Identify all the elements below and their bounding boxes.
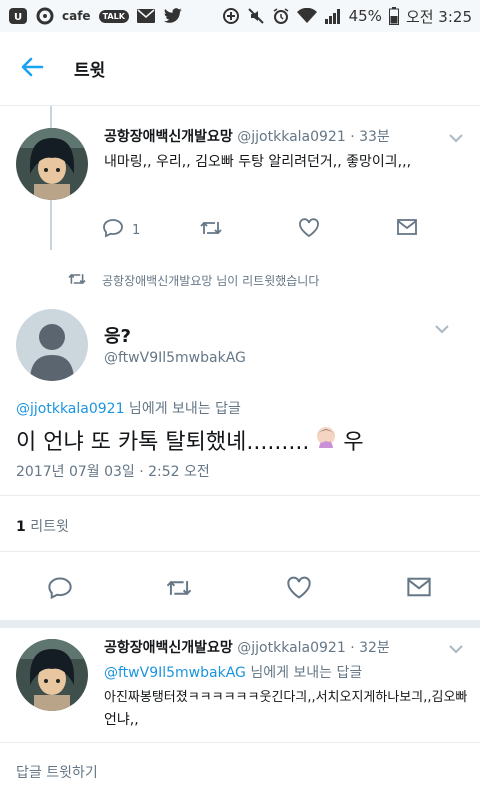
tweet-header: 공항장애백신개발요망 @jjotkkala0921 · 32분 bbox=[104, 637, 390, 657]
heart-icon bbox=[286, 576, 312, 604]
avatar[interactable] bbox=[16, 309, 88, 381]
wifi-icon bbox=[296, 8, 317, 24]
kakaotalk-icon: TALK bbox=[98, 9, 129, 23]
tweet-text-line: 언냐,, bbox=[104, 712, 139, 728]
envelope-icon bbox=[396, 218, 418, 240]
retweeted-text: 공항장애백신개발요망 님이 리트윗했습니다 bbox=[102, 274, 320, 288]
avatar[interactable] bbox=[16, 639, 88, 711]
svg-text:U: U bbox=[14, 12, 22, 23]
retweeted-notice: 공항장애백신개발요망 님이 리트윗했습니다 bbox=[66, 271, 319, 290]
mention-link[interactable]: @jjotkkala0921 bbox=[16, 401, 124, 417]
reply-to-suffix: 님에게 보내는 답글 bbox=[245, 665, 363, 681]
username[interactable]: @jjotkkala0921 bbox=[237, 640, 345, 656]
thread-line bbox=[50, 200, 52, 250]
cafe-label: cafe bbox=[62, 9, 91, 23]
section-divider bbox=[0, 620, 480, 628]
reply-to-suffix: 님에게 보내는 답글 bbox=[124, 401, 241, 417]
tweet-text-line: 아진짜봉탱터졌ㅋㅋㅋㅋㅋㅋ웃긴다긔,,서치오지게하나보긔,,김오빠 bbox=[104, 690, 468, 705]
tweet-text-tail: 우 bbox=[343, 430, 364, 455]
chevron-down-icon[interactable] bbox=[446, 642, 466, 656]
tweet-date: 2017년 07월 03일 · 2:52 오전 bbox=[16, 464, 210, 480]
mute-icon bbox=[247, 7, 265, 25]
divider bbox=[0, 742, 480, 743]
like-button[interactable] bbox=[298, 218, 320, 242]
mail-icon bbox=[136, 9, 155, 23]
reply-icon bbox=[102, 218, 124, 242]
reply-to-line: @ftwV9Il5mwbakAG 님에게 보내는 답글 bbox=[104, 662, 362, 682]
tweet-text: 이 언냐 또 카톡 탈퇴했녜......... 우 bbox=[16, 424, 364, 456]
reply-tweet-input[interactable]: 답글 트윗하기 bbox=[16, 762, 98, 782]
message-button[interactable] bbox=[396, 218, 418, 240]
mention-link[interactable]: @ftwV9Il5mwbakAG bbox=[104, 665, 246, 681]
display-name[interactable]: 응? bbox=[104, 322, 131, 348]
avatar[interactable] bbox=[16, 128, 88, 200]
signal-icon bbox=[324, 8, 342, 24]
app-header: 트윗 bbox=[0, 32, 480, 106]
back-arrow-icon bbox=[20, 57, 44, 81]
retweet-icon bbox=[198, 218, 224, 242]
display-name[interactable]: 공항장애백신개발요망 bbox=[104, 129, 233, 145]
display-name[interactable]: 공항장애백신개발요망 bbox=[104, 640, 233, 656]
retweet-label: 리트윗 bbox=[25, 519, 69, 535]
chevron-down-icon[interactable] bbox=[446, 131, 466, 145]
reply-count: 1 bbox=[132, 222, 141, 238]
like-button[interactable] bbox=[286, 576, 312, 604]
timestamp: · 33분 bbox=[350, 129, 390, 145]
reply-icon bbox=[47, 576, 73, 604]
back-button[interactable] bbox=[0, 32, 64, 106]
envelope-icon bbox=[406, 576, 432, 602]
retweet-icon bbox=[66, 271, 88, 290]
app-u-icon: U bbox=[8, 7, 28, 25]
reply-button[interactable]: 1 bbox=[102, 218, 140, 242]
heart-icon bbox=[298, 218, 320, 242]
battery-percent: 45% bbox=[348, 7, 382, 25]
message-button[interactable] bbox=[406, 576, 432, 602]
clock: 오전 3:25 bbox=[405, 7, 472, 26]
divider bbox=[0, 495, 480, 496]
retweet-icon bbox=[164, 576, 194, 604]
chevron-down-icon[interactable] bbox=[432, 322, 452, 336]
tweet-header: 공항장애백신개발요망 @jjotkkala0921 · 33분 bbox=[104, 126, 390, 146]
timestamp: · 32분 bbox=[350, 640, 390, 656]
page-title: 트윗 bbox=[74, 61, 106, 81]
retweet-count: 1 bbox=[16, 519, 26, 535]
reply-to-line: @jjotkkala0921 님에게 보내는 답글 bbox=[16, 398, 241, 418]
data-saver-icon bbox=[222, 7, 240, 25]
battery-icon bbox=[388, 7, 399, 25]
divider bbox=[0, 551, 480, 552]
tweet-text: 내마링,, 우리,, 김오빠 두탕 알리려던거,, 좋망이긔,,, bbox=[104, 154, 412, 170]
record-icon bbox=[36, 7, 54, 25]
facepalm-emoji-icon bbox=[313, 424, 339, 456]
reply-button[interactable] bbox=[47, 576, 73, 604]
tweet-text-body: 이 언냐 또 카톡 탈퇴했녜......... bbox=[16, 430, 310, 455]
username[interactable]: @ftwV9Il5mwbakAG bbox=[104, 350, 246, 366]
retweet-button[interactable] bbox=[198, 218, 224, 242]
thread-line bbox=[50, 106, 52, 128]
alarm-icon bbox=[272, 7, 290, 25]
status-bar: U cafe TALK 45% 오전 3:25 bbox=[0, 0, 480, 32]
twitter-bird-icon bbox=[163, 8, 183, 24]
retweet-button[interactable] bbox=[164, 576, 194, 604]
retweet-stats[interactable]: 1 리트윗 bbox=[16, 516, 69, 536]
username[interactable]: @jjotkkala0921 bbox=[237, 129, 345, 145]
